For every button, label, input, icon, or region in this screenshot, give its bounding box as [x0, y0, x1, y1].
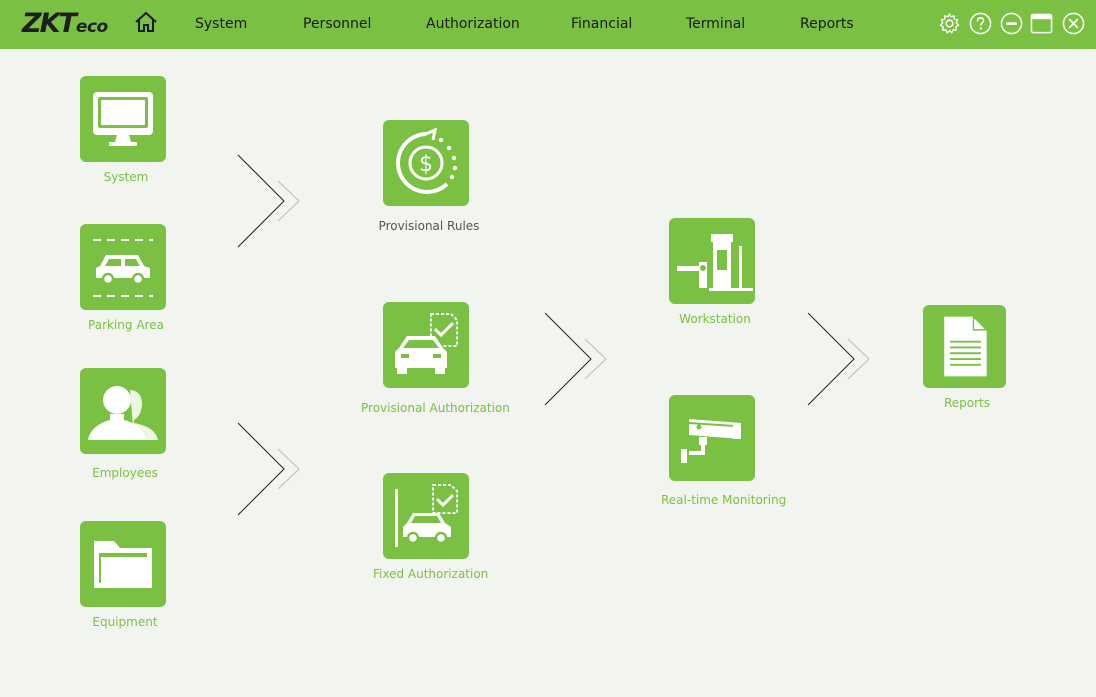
svg-text:$: $ — [419, 152, 433, 177]
help-icon[interactable] — [969, 12, 992, 35]
nav-reports[interactable]: Reports — [800, 16, 854, 32]
logo-main-text: ZKT — [22, 8, 77, 39]
parking-area-label: Parking Area — [88, 318, 164, 332]
realtime-monitoring-tile-button[interactable] — [669, 395, 755, 481]
reports-tile-button[interactable] — [923, 305, 1006, 388]
car-gate-authorized-icon — [395, 484, 458, 547]
logo-sub-text: eco — [75, 17, 108, 37]
monitor-icon — [93, 92, 153, 146]
employees-label: Employees — [92, 466, 158, 480]
employees-icon — [88, 386, 158, 440]
equipment-label: Equipment — [92, 615, 158, 629]
fixed-authorization-label: Fixed Authorization — [373, 567, 489, 581]
provisional-authorization-label: Provisional Authorization — [361, 401, 510, 415]
top-navigation-bar: ZKT eco System Personnel Authorization Fi… — [0, 0, 1096, 49]
provisional-authorization-tile-button[interactable] — [383, 302, 469, 388]
parking-area-tile-button[interactable] — [80, 224, 166, 310]
provisional-rules-tile-button[interactable]: $ — [383, 120, 469, 206]
workstation-tile-button[interactable] — [669, 218, 755, 304]
car-authorized-icon — [395, 313, 458, 374]
home-icon[interactable] — [134, 10, 158, 34]
zkteco-logo: ZKT eco — [22, 8, 108, 40]
dollar-cycle-icon: $ — [396, 127, 458, 194]
flow-arrow-right — [807, 312, 870, 406]
equipment-tile-button[interactable] — [80, 521, 166, 607]
minimize-icon[interactable] — [1000, 12, 1023, 35]
settings-icon[interactable] — [938, 12, 961, 35]
nav-system[interactable]: System — [195, 16, 247, 32]
nav-financial[interactable]: Financial — [571, 16, 632, 32]
cctv-camera-icon — [681, 419, 741, 463]
realtime-monitoring-label: Real-time Monitoring — [661, 493, 787, 507]
close-icon[interactable] — [1062, 12, 1085, 35]
maximize-icon[interactable] — [1030, 12, 1053, 35]
nav-authorization[interactable]: Authorization — [426, 16, 520, 32]
employees-tile-button[interactable] — [80, 368, 166, 454]
workstation-label: Workstation — [679, 312, 751, 326]
fixed-authorization-tile-button[interactable] — [383, 473, 469, 559]
flow-arrow-top — [237, 154, 300, 248]
document-icon — [944, 316, 987, 377]
nav-terminal[interactable]: Terminal — [686, 16, 745, 32]
system-tile-button[interactable] — [80, 76, 166, 162]
folder-icon — [94, 541, 152, 588]
nav-personnel[interactable]: Personnel — [303, 16, 371, 32]
parking-car-icon — [93, 239, 153, 297]
reports-label: Reports — [943, 396, 991, 410]
provisional-rules-label: Provisional Rules — [378, 219, 480, 233]
system-label: System — [103, 170, 149, 184]
flow-arrow-bottom — [237, 422, 300, 516]
flow-arrow-middle — [544, 312, 607, 406]
barrier-gate-icon — [677, 234, 753, 291]
